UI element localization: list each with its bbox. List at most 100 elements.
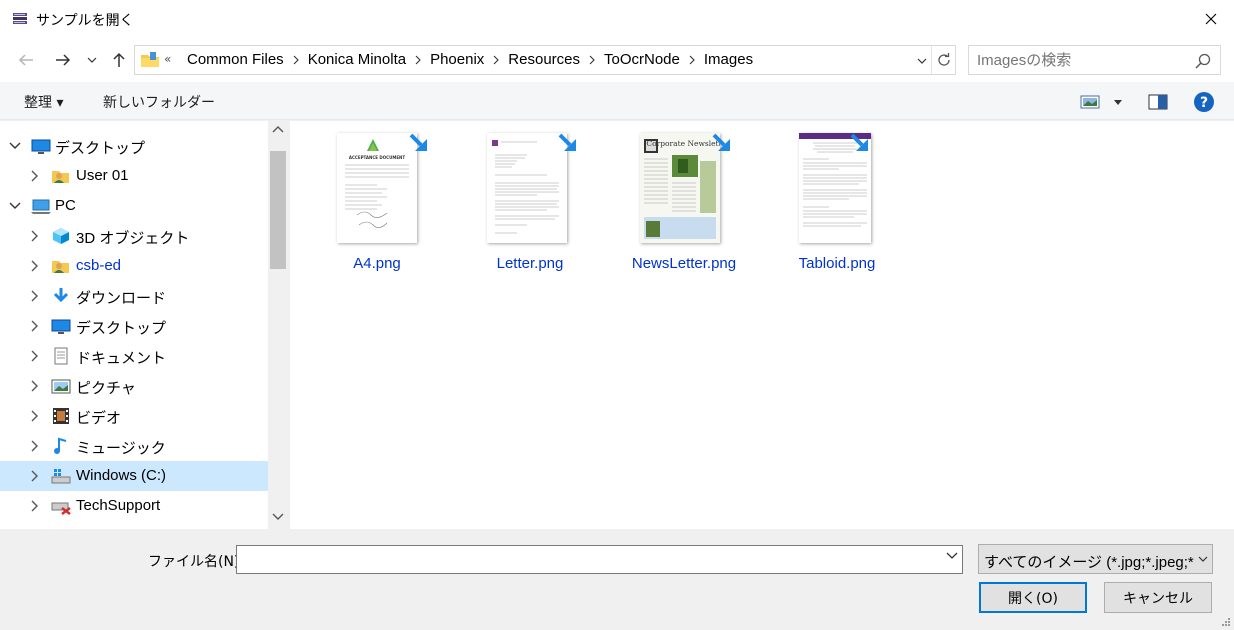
file-thumbnail (487, 133, 567, 243)
tree-item[interactable]: デスクトップ (0, 311, 268, 341)
refresh-button[interactable] (931, 46, 955, 74)
chevron-right-icon[interactable] (584, 55, 600, 65)
file-type-dropdown[interactable] (1194, 545, 1212, 573)
scroll-up-icon[interactable] (272, 125, 284, 133)
network-drive-disconnected-icon (51, 502, 71, 515)
tree-item[interactable]: Windows (C:) (0, 461, 268, 491)
tree-item[interactable]: ドキュメント (0, 341, 268, 371)
chevron-right-icon[interactable] (29, 170, 41, 182)
chevron-down-icon (87, 57, 97, 63)
file-item[interactable]: Corporate Newsletter (624, 133, 744, 273)
shortcut-arrow-icon (850, 133, 868, 151)
chevron-right-icon[interactable] (29, 380, 41, 392)
up-arrow-icon (113, 52, 125, 67)
user-folder-icon (52, 261, 69, 273)
back-button[interactable] (14, 50, 38, 70)
chevron-right-icon[interactable] (410, 55, 426, 65)
chevron-right-icon[interactable] (29, 410, 41, 422)
file-item[interactable]: Letter.png (470, 133, 590, 273)
chevron-right-icon[interactable] (684, 55, 700, 65)
music-icon (54, 437, 67, 454)
breadcrumb-overflow[interactable]: « (164, 52, 171, 66)
address-row: « Common Files Konica Minolta Phoenix Re… (0, 38, 1234, 82)
breadcrumb-item[interactable]: Images (700, 51, 757, 68)
chevron-down-icon[interactable] (9, 200, 21, 212)
shortcut-arrow-icon (558, 133, 576, 151)
drive-icon (51, 469, 71, 484)
search-box[interactable] (968, 45, 1221, 75)
tree-item-label: Windows (C:) (76, 467, 167, 484)
tree-item[interactable]: ピクチャ (0, 371, 268, 401)
file-item[interactable]: Tabloid.png (777, 133, 897, 273)
shortcut-arrow-icon (409, 133, 427, 151)
command-bar: 整理 ▾ 新しいフォルダー ? (0, 82, 1234, 120)
chevron-right-icon[interactable] (29, 470, 41, 482)
navigation-scrollbar[interactable] (268, 121, 288, 529)
chevron-right-icon[interactable] (29, 500, 41, 512)
resize-grip-icon[interactable] (1220, 616, 1230, 626)
search-input[interactable] (977, 50, 1177, 70)
file-name: NewsLetter.png (631, 255, 737, 272)
tree-item-label: User 01 (76, 167, 129, 184)
file-type-select[interactable]: すべてのイメージ (*.jpg;*.jpeg;*.png (978, 544, 1213, 574)
chevron-right-icon[interactable] (488, 55, 504, 65)
file-name: Letter.png (496, 255, 564, 272)
tree-item-label: TechSupport (76, 497, 161, 514)
organize-menu-button[interactable]: 整理 ▾ (24, 92, 63, 112)
filename-label: ファイル名(N): (148, 554, 245, 570)
tree-item[interactable]: User 01 (0, 161, 268, 191)
document-preview-icon: Corporate Newsletter (644, 139, 730, 239)
chevron-right-icon[interactable] (29, 290, 41, 302)
recent-locations-button[interactable] (84, 50, 100, 70)
chevron-right-icon[interactable] (29, 440, 41, 452)
up-button[interactable] (107, 50, 131, 70)
file-thumbnail: Corporate Newsletter (640, 133, 730, 243)
cancel-button[interactable]: キャンセル (1104, 582, 1212, 613)
forward-button[interactable] (51, 50, 75, 70)
open-button[interactable]: 開く(O) (979, 582, 1087, 613)
desktop-icon (51, 319, 71, 334)
tree-item[interactable]: csb-ed (0, 251, 268, 281)
chevron-right-icon[interactable] (29, 260, 41, 272)
tree-item[interactable]: TechSupport (0, 491, 268, 521)
file-item[interactable]: ACCEPTANCE DOCUMENT A4.png (317, 133, 437, 273)
address-dropdown-button[interactable] (913, 52, 931, 70)
file-list: ACCEPTANCE DOCUMENT A4.png Letter.png Co… (290, 121, 1234, 529)
tree-item[interactable]: PC (0, 191, 268, 221)
tree-item[interactable]: ビデオ (0, 401, 268, 431)
preview-pane-icon[interactable] (1147, 92, 1169, 112)
search-icon (1195, 53, 1211, 69)
breadcrumb-item[interactable]: Phoenix (426, 51, 488, 68)
tree-item-label: デスクトップ (76, 320, 167, 337)
breadcrumb-item[interactable]: ToOcrNode (600, 51, 684, 68)
pictures-icon (51, 379, 71, 394)
filename-field[interactable] (236, 545, 963, 574)
window-title: サンプルを開く (36, 13, 134, 29)
chevron-down-icon[interactable] (946, 552, 958, 560)
chevron-right-icon[interactable] (29, 320, 41, 332)
tree-item[interactable]: ダウンロード (0, 281, 268, 311)
address-bar[interactable]: « Common Files Konica Minolta Phoenix Re… (134, 45, 956, 75)
tree-item[interactable]: ミュージック (0, 431, 268, 461)
tree-item[interactable]: 3D オブジェクト (0, 221, 268, 251)
close-button[interactable] (1188, 0, 1234, 38)
thumbnail-heading: ACCEPTANCE DOCUMENT (349, 155, 406, 160)
pc-icon (31, 199, 51, 214)
scroll-down-icon[interactable] (272, 513, 284, 521)
breadcrumb-item[interactable]: Resources (504, 51, 584, 68)
videos-icon (53, 408, 69, 424)
breadcrumb-item[interactable]: Konica Minolta (304, 51, 410, 68)
chevron-down-icon (1114, 99, 1122, 105)
breadcrumb-item[interactable]: Common Files (183, 51, 288, 68)
chevron-right-icon[interactable] (288, 55, 304, 65)
tree-item-label: 3D オブジェクト (76, 230, 190, 247)
chevron-right-icon[interactable] (29, 350, 41, 362)
help-icon[interactable]: ? (1193, 91, 1215, 113)
scrollbar-thumb[interactable] (270, 151, 286, 269)
new-folder-button[interactable]: 新しいフォルダー (103, 92, 215, 112)
chevron-right-icon[interactable] (29, 230, 41, 242)
chevron-down-icon[interactable] (9, 140, 21, 152)
change-view-button[interactable] (1080, 92, 1124, 112)
tree-item-label: csb-ed (76, 257, 122, 274)
tree-item[interactable]: デスクトップ (0, 131, 268, 161)
